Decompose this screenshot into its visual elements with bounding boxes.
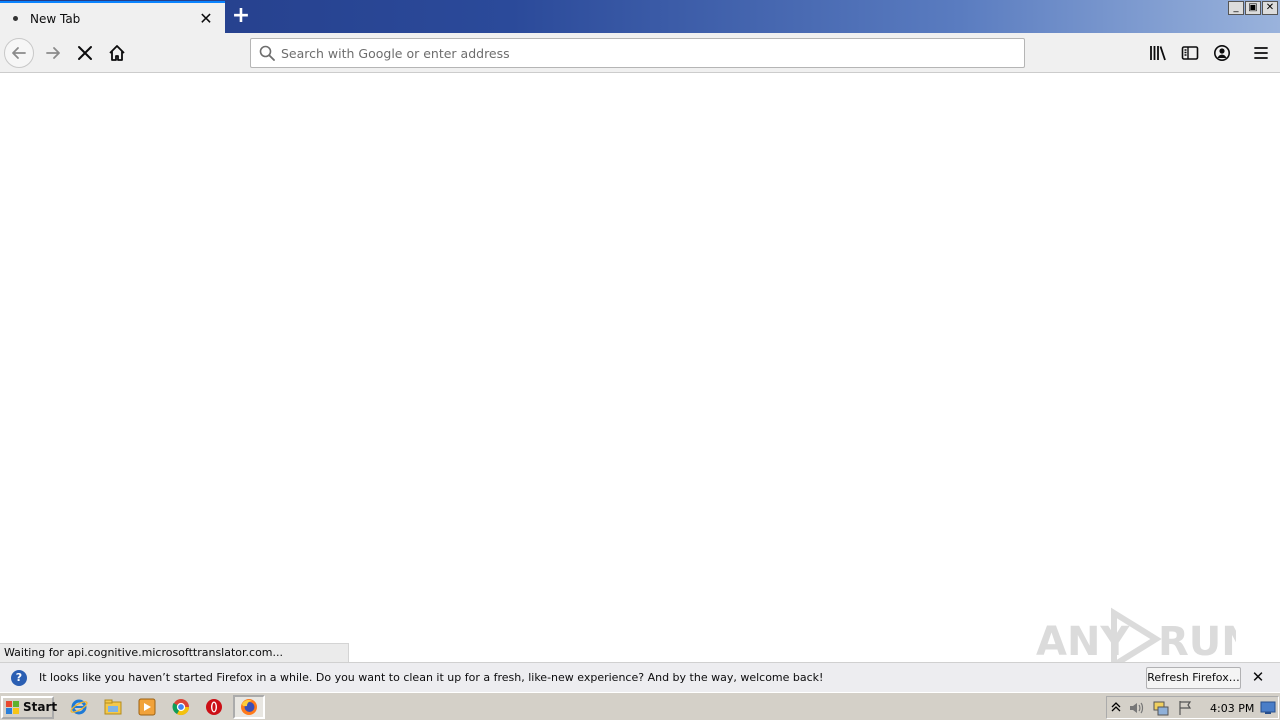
clock[interactable]: 4:03 PM xyxy=(1210,702,1254,715)
content-area[interactable] xyxy=(0,74,1280,643)
minimize-button[interactable]: _ xyxy=(1228,1,1244,15)
tab-strip: New Tab ✕ + _ ▣ ✕ xyxy=(0,0,1280,33)
menu-icon xyxy=(1254,47,1268,59)
stop-icon xyxy=(78,46,92,60)
nav-toolbar xyxy=(0,33,1280,73)
stop-button[interactable] xyxy=(70,38,100,68)
sidebar-button[interactable] xyxy=(1175,38,1205,68)
notification-close-icon[interactable]: ✕ xyxy=(1249,668,1267,686)
url-bar[interactable] xyxy=(250,38,1025,68)
window-close-button[interactable]: ✕ xyxy=(1262,1,1278,15)
start-label: Start xyxy=(23,700,58,714)
firefox-icon xyxy=(241,699,257,715)
system-tray: 4:03 PM xyxy=(1106,696,1279,719)
show-desktop-icon[interactable] xyxy=(1260,701,1276,715)
internet-explorer-icon[interactable] xyxy=(70,698,88,716)
watermark-text-right: RUN xyxy=(1158,619,1236,665)
search-icon xyxy=(259,45,275,61)
volume-icon[interactable] xyxy=(1128,700,1146,716)
status-panel: Waiting for api.cognitive.microsofttrans… xyxy=(0,643,349,662)
back-arrow-icon xyxy=(12,47,26,59)
info-question-icon: ? xyxy=(11,670,27,686)
menu-button[interactable] xyxy=(1246,38,1276,68)
loading-indicator-icon xyxy=(13,16,18,21)
account-button[interactable] xyxy=(1207,38,1237,68)
anyrun-watermark-logo: ANY RUN xyxy=(1036,607,1236,669)
network-icon[interactable] xyxy=(1152,700,1170,716)
refresh-firefox-button[interactable]: Refresh Firefox… xyxy=(1146,667,1241,689)
account-icon xyxy=(1214,45,1230,61)
forward-button[interactable] xyxy=(38,38,68,68)
notification-bar: ? It looks like you haven’t started Fire… xyxy=(0,662,1280,692)
opera-icon[interactable] xyxy=(205,698,223,716)
windows-logo-icon xyxy=(6,701,19,714)
restore-button[interactable]: ▣ xyxy=(1245,1,1261,15)
sidebar-icon xyxy=(1181,46,1199,60)
back-button[interactable] xyxy=(4,38,34,68)
tab-title: New Tab xyxy=(30,12,81,26)
home-button[interactable] xyxy=(102,38,132,68)
library-button[interactable] xyxy=(1143,38,1173,68)
url-input[interactable] xyxy=(281,39,1011,67)
notification-message: It looks like you haven’t started Firefo… xyxy=(39,671,824,684)
taskbar: Start 4:03 PM xyxy=(0,692,1280,720)
show-hidden-icons-icon[interactable] xyxy=(1111,701,1121,713)
file-explorer-icon[interactable] xyxy=(104,698,122,716)
chrome-icon[interactable] xyxy=(172,698,190,716)
start-button[interactable]: Start xyxy=(1,696,58,719)
action-center-flag-icon[interactable] xyxy=(1177,700,1193,716)
home-icon xyxy=(109,45,125,61)
taskbar-firefox-active[interactable] xyxy=(233,695,265,719)
tab-new-tab[interactable]: New Tab ✕ xyxy=(0,1,225,33)
media-player-icon[interactable] xyxy=(138,698,156,716)
library-icon xyxy=(1150,46,1166,61)
new-tab-button[interactable]: + xyxy=(229,4,253,28)
forward-arrow-icon xyxy=(46,47,60,59)
tab-close-icon[interactable]: ✕ xyxy=(197,10,215,28)
